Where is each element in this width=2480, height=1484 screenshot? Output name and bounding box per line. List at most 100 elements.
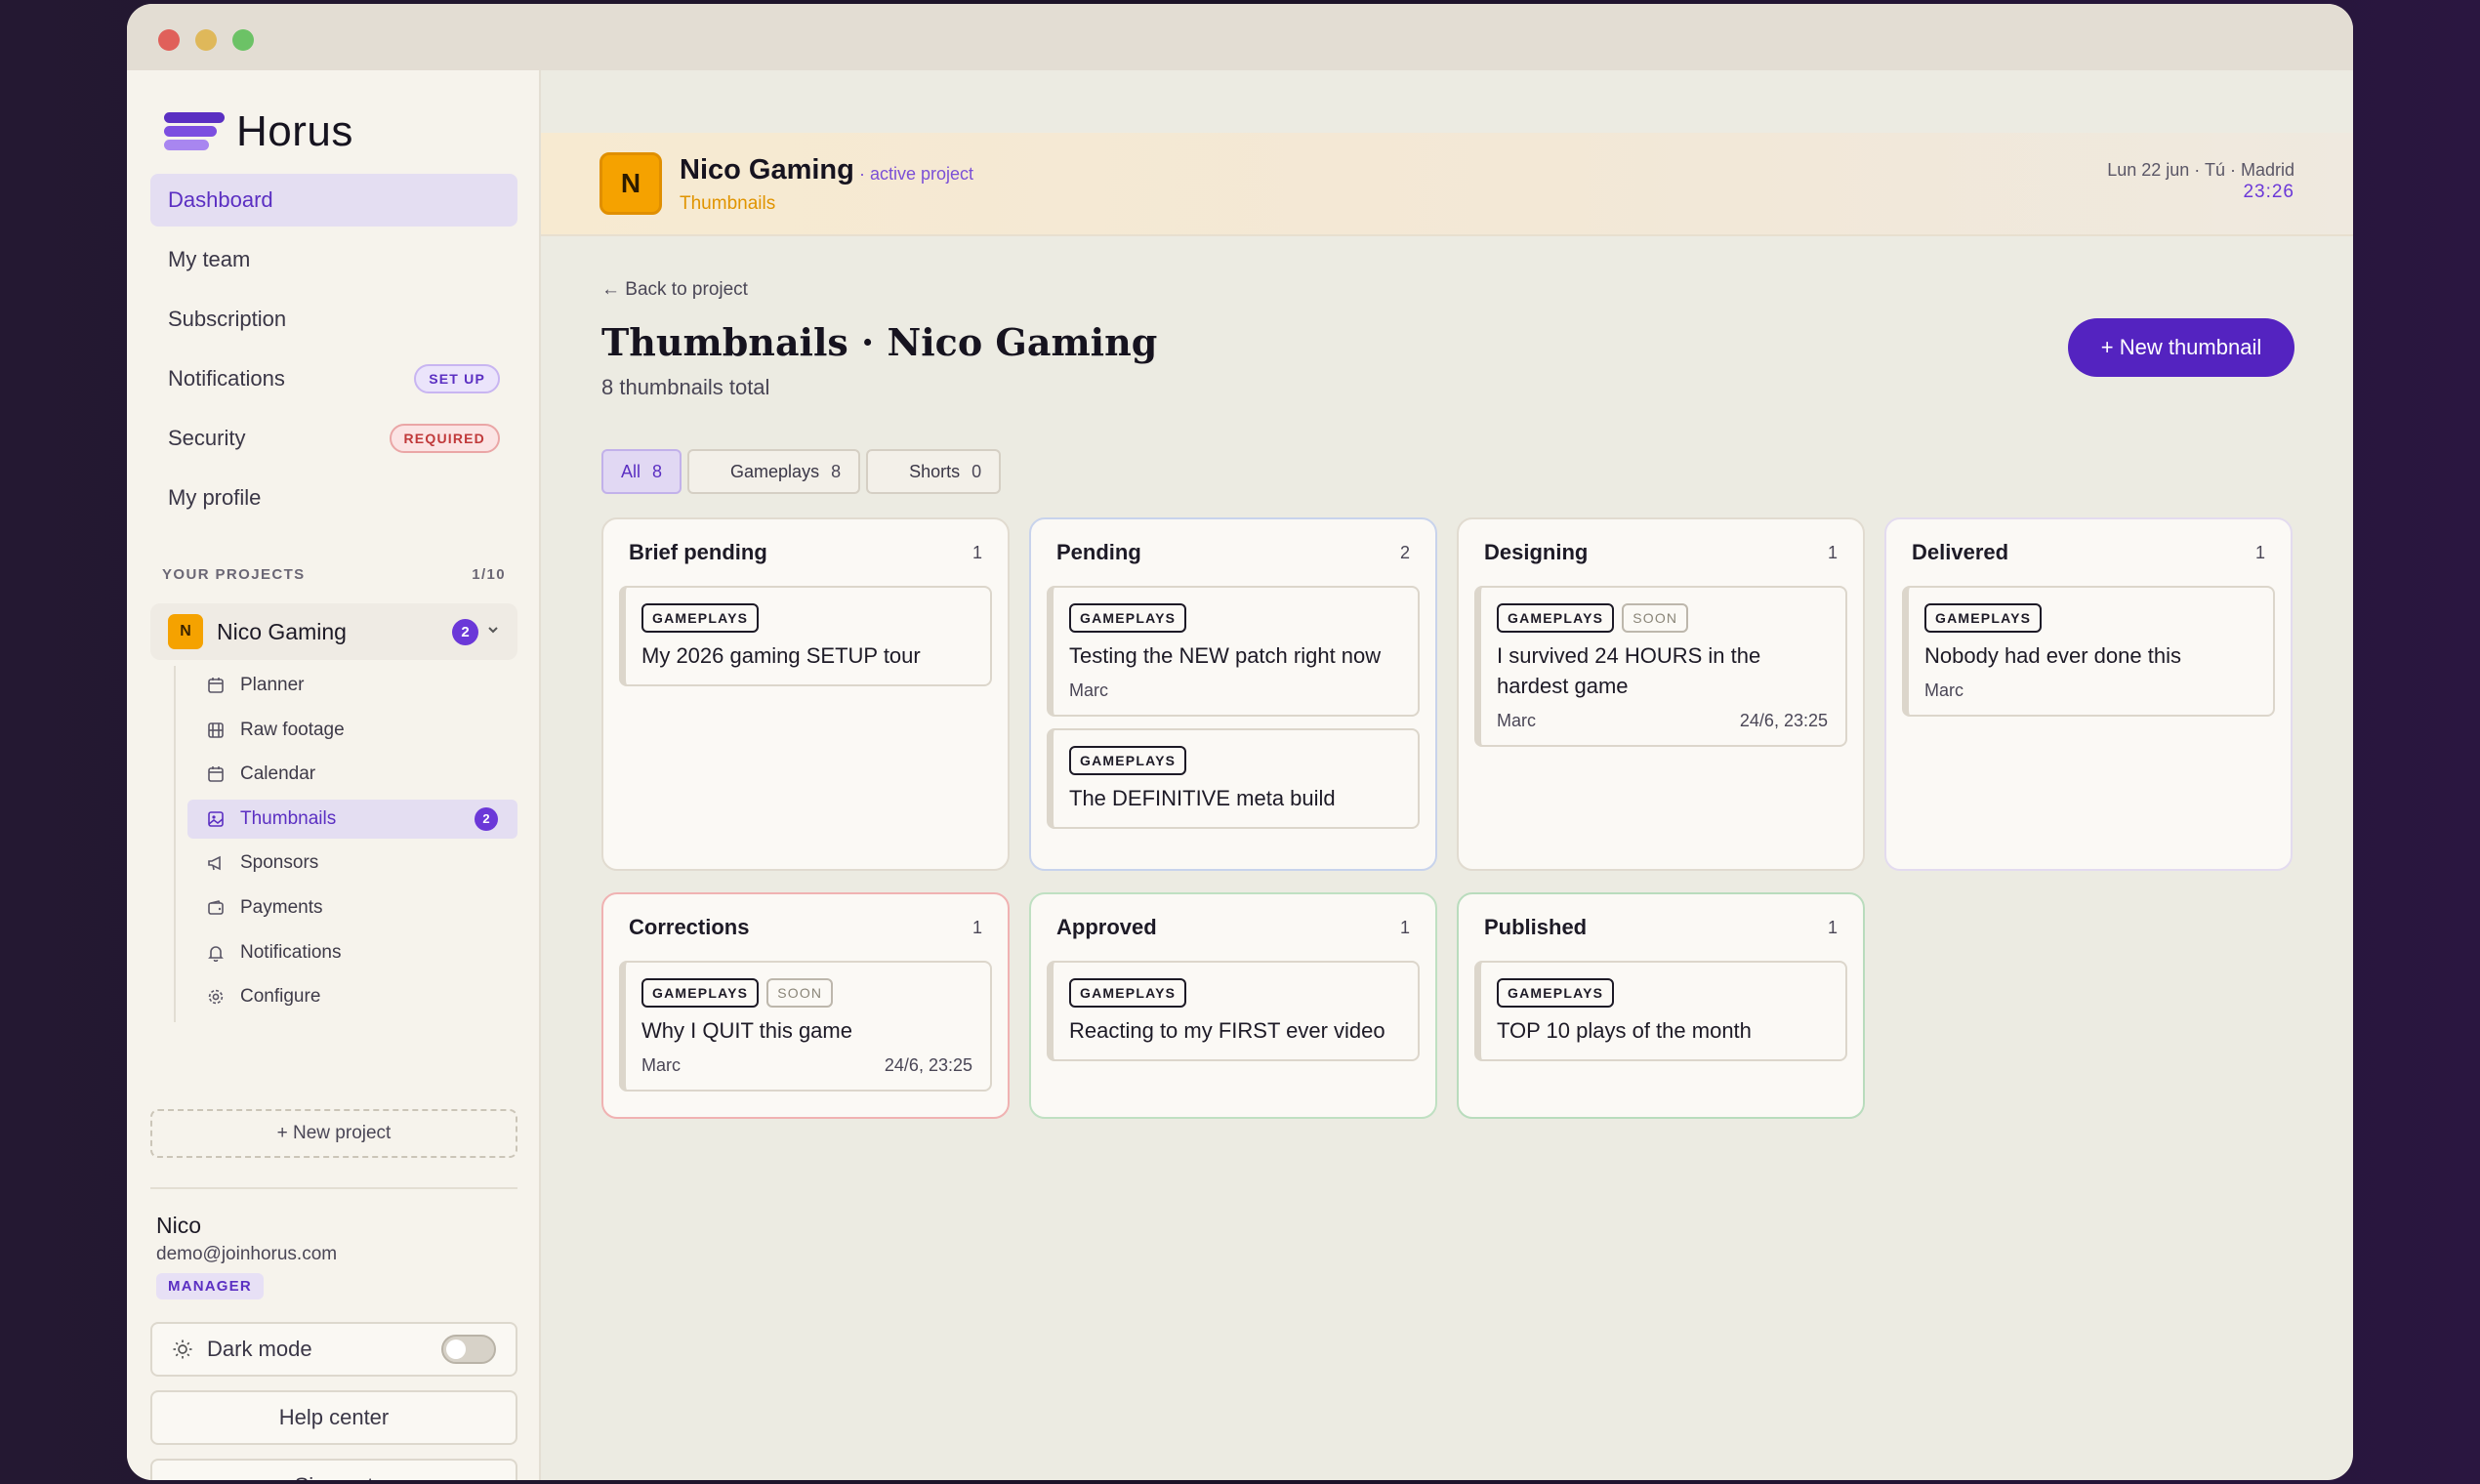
subnav-item-sponsors[interactable]: Sponsors [187,844,517,883]
column-published: Published 1 GAMEPLAYS TOP 10 plays of the… [1457,892,1865,1119]
thumbnail-card[interactable]: GAMEPLAYS The DEFINITIVE meta build [1047,728,1420,829]
new-project-button[interactable]: + New project [150,1109,517,1158]
subnav-label: Planner [240,675,305,695]
subnav-label: Thumbnails [240,807,337,829]
thumbnail-card[interactable]: GAMEPLAYS My 2026 gaming SETUP tour [619,586,992,686]
calendar-icon [207,677,225,694]
project-count-badge: 2 [452,618,478,645]
tab-all[interactable]: All 8 [601,449,682,494]
thumbnail-card[interactable]: GAMEPLAYS Nobody had ever done this Marc [1902,586,2275,717]
column-corrections: Corrections 1 GAMEPLAYS SOON Why I QUIT th… [601,892,1010,1119]
nav-item-subscription[interactable]: Subscription [150,293,517,346]
sidebar-divider [150,1187,517,1189]
column-approved: Approved 1 GAMEPLAYS Reacting to my FIRST… [1029,892,1437,1119]
tab-gameplays[interactable]: Gameplays 8 [687,449,861,494]
tab-shorts[interactable]: Shorts 0 [866,449,1002,494]
nav-label: Security [168,426,246,450]
sign-out-button[interactable]: Sign out [150,1459,517,1480]
subnav-item-configure[interactable]: Configure [187,977,517,1016]
card-title: TOP 10 plays of the month [1497,1018,1752,1043]
back-to-project-link[interactable]: ← Back to project [601,279,748,301]
film-icon [207,721,225,739]
banner-time: 23:26 [2243,182,2294,202]
column-title: Pending [1056,540,1141,564]
banner-section: Thumbnails [680,193,776,214]
tab-label: All [621,461,641,481]
category-tag: GAMEPLAYS [641,603,760,633]
app-window: Horus Dashboard My team Subscription Not… [127,4,2353,1480]
card-owner: Marc [1497,711,1536,730]
column-count: 1 [971,542,982,562]
subnav-item-calendar[interactable]: Calendar [187,755,517,794]
app-logo[interactable]: Horus [164,107,353,156]
nav-label: My team [168,247,251,271]
sidebar: Horus Dashboard My team Subscription Not… [127,70,541,1480]
subnav-label: Calendar [240,763,316,785]
image-icon [207,810,225,828]
card-title: I survived 24 HOURS in the hardest game [1497,643,1761,698]
column-delivered: Delivered 1 GAMEPLAYS Nobody had ever don… [1884,517,2293,871]
subnav-item-notifications[interactable]: Notifications [187,933,517,972]
dark-mode-toggle[interactable] [441,1335,496,1364]
help-center-button[interactable]: Help center [150,1390,517,1445]
horus-logo-icon [164,112,225,151]
thumbnail-card[interactable]: GAMEPLAYS Reacting to my FIRST ever vide… [1047,961,1420,1061]
banner-project-name: Nico Gaming [680,154,854,186]
nav-item-security[interactable]: Security REQUIRED [150,412,517,465]
projects-heading: YOUR PROJECTS 1/10 [162,566,506,583]
column-brief-pending: Brief pending 1 GAMEPLAYS My 2026 gaming … [601,517,1010,871]
dark-mode-label: Dark mode [207,1337,312,1361]
sun-icon [172,1339,193,1360]
category-tag: GAMEPLAYS [1924,603,2043,633]
category-tag: GAMEPLAYS [1069,978,1187,1008]
nav-item-notifications[interactable]: Notifications SET UP [150,352,517,405]
card-owner: Marc [641,1055,681,1075]
setup-badge: SET UP [414,364,500,393]
card-due-date: 24/6, 23:25 [884,1055,972,1075]
thumbnail-card[interactable]: GAMEPLAYS SOON I survived 24 HOURS in the… [1474,586,1847,747]
page-title: Thumbnails · Nico Gaming [601,320,1158,364]
main-nav: Dashboard My team Subscription Notificat… [150,174,517,531]
banner-date: Lun 22 jun · Tú · Madrid [2107,160,2294,180]
banner-project-avatar: N [599,152,662,215]
maximize-window-button[interactable] [232,29,254,51]
calendar-icon [207,765,225,783]
card-title: Why I QUIT this game [641,1018,852,1043]
close-window-button[interactable] [158,29,180,51]
bell-icon [207,944,225,962]
nav-item-my-profile[interactable]: My profile [150,472,517,524]
subnav-item-payments[interactable]: Payments [187,888,517,928]
megaphone-icon [207,854,225,872]
nav-label: Subscription [168,307,287,331]
filter-tabs: All 8 Gameplays 8 Shorts 0 [601,449,1007,494]
projects-heading-label: YOUR PROJECTS [162,566,306,583]
projects-count: 1/10 [472,566,506,583]
minimize-window-button[interactable] [195,29,217,51]
page-subtitle: 8 thumbnails total [601,375,770,399]
chevron-down-icon[interactable] [486,623,500,640]
category-tag: GAMEPLAYS [1069,603,1187,633]
column-title: Delivered [1912,540,2009,564]
subnav-item-thumbnails[interactable]: Thumbnails 2 [187,799,517,839]
soon-tag: SOON [766,978,834,1008]
thumbnail-card[interactable]: GAMEPLAYS TOP 10 plays of the month [1474,961,1847,1061]
column-title: Brief pending [629,540,767,564]
subnav-label: Payments [240,896,323,918]
column-count: 1 [971,917,982,937]
nav-item-dashboard[interactable]: Dashboard [150,174,517,227]
soon-tag: SOON [1622,603,1689,633]
column-count: 1 [1827,542,1838,562]
user-name: Nico [156,1213,202,1238]
dark-mode-row[interactable]: Dark mode [150,1322,517,1377]
subnav-item-raw-footage[interactable]: Raw footage [187,711,517,750]
wallet-icon [207,899,225,917]
new-thumbnail-button[interactable]: + New thumbnail [2068,318,2294,377]
thumbnail-card[interactable]: GAMEPLAYS Testing the NEW patch right no… [1047,586,1420,717]
column-count: 1 [2254,542,2265,562]
subnav-label: Configure [240,986,321,1008]
thumbnail-card[interactable]: GAMEPLAYS SOON Why I QUIT this game Marc 2… [619,961,992,1092]
subnav-item-planner[interactable]: Planner [187,666,517,705]
nav-item-my-team[interactable]: My team [150,233,517,286]
column-pending: Pending 2 GAMEPLAYS Testing the NEW patch… [1029,517,1437,871]
project-item-nico-gaming[interactable]: N Nico Gaming 2 [150,603,517,660]
